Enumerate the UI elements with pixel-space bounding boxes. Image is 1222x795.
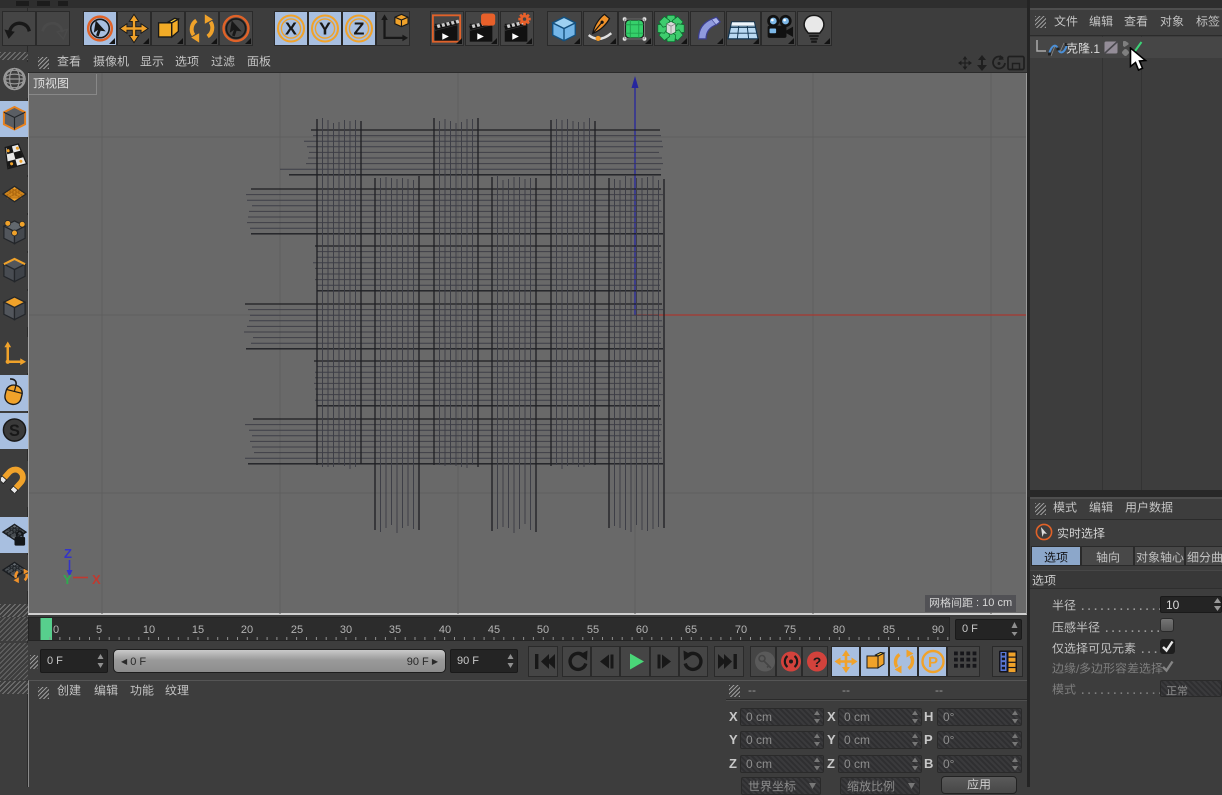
svg-text:70: 70 xyxy=(735,624,747,636)
svg-text:0: 0 xyxy=(53,624,59,636)
svg-text:10: 10 xyxy=(143,624,155,636)
svg-text:55: 55 xyxy=(587,624,599,636)
svg-text:65: 65 xyxy=(685,624,697,636)
svg-text:Z: Z xyxy=(64,546,72,561)
svg-text:X: X xyxy=(285,19,297,39)
svg-text:15: 15 xyxy=(192,624,204,636)
svg-text:45: 45 xyxy=(488,624,500,636)
svg-text:75: 75 xyxy=(784,624,796,636)
svg-text:80: 80 xyxy=(833,624,845,636)
svg-text:85: 85 xyxy=(883,624,895,636)
svg-text:40: 40 xyxy=(439,624,451,636)
svg-text:?: ? xyxy=(813,654,822,670)
svg-text:Y: Y xyxy=(319,19,331,39)
svg-text:20: 20 xyxy=(241,624,253,636)
svg-text:Y: Y xyxy=(63,572,72,587)
svg-text:P: P xyxy=(928,654,938,671)
svg-text:S: S xyxy=(9,422,20,440)
svg-text:35: 35 xyxy=(389,624,401,636)
svg-text:5: 5 xyxy=(96,624,102,636)
svg-text:30: 30 xyxy=(340,624,352,636)
svg-text:50: 50 xyxy=(537,624,549,636)
svg-text:90: 90 xyxy=(932,624,944,636)
svg-text:X: X xyxy=(92,572,101,587)
svg-text:60: 60 xyxy=(636,624,648,636)
svg-text:Z: Z xyxy=(354,19,365,39)
svg-text:25: 25 xyxy=(291,624,303,636)
